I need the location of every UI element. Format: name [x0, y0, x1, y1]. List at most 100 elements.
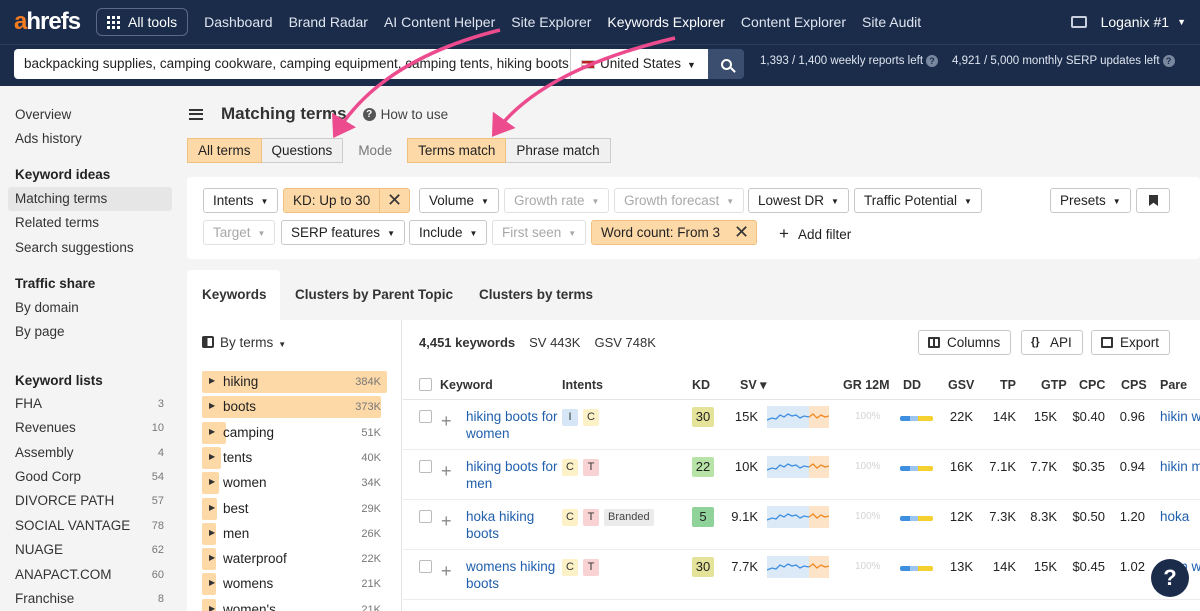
all-terms-toggle[interactable]: All terms	[187, 138, 262, 163]
keyword-link[interactable]: hiking boots for men	[466, 458, 561, 492]
keyword-list-item[interactable]: FHA 3	[8, 392, 172, 416]
keyword-link[interactable]: hoka hiking boots	[466, 508, 561, 542]
parent-topic-link[interactable]: hikin men	[1160, 458, 1200, 475]
how-to-use-link[interactable]: How to use	[381, 107, 449, 122]
keyword-list-item[interactable]: DIVORCE PATH 57	[8, 489, 172, 513]
phrase-match-toggle[interactable]: Phrase match	[506, 138, 611, 163]
row-checkbox[interactable]	[419, 510, 432, 523]
table-row[interactable]: + hiking boots for women I C 30 15K 100% 22K 14K…	[403, 400, 1200, 450]
nav-ai-content-helper[interactable]: AI Content Helper	[384, 14, 495, 30]
volume-filter[interactable]: Volume ▼	[419, 188, 499, 213]
col-gtp[interactable]: GTP	[1041, 370, 1067, 400]
row-checkbox[interactable]	[419, 410, 432, 423]
table-row[interactable]: + hiking boots for men C T 22 10K 100% 16K 7.1K 7…	[403, 450, 1200, 500]
table-row[interactable]: + hoka hiking boots C T Branded 5 9.1K 100% 12K 7…	[403, 500, 1200, 550]
col-cps[interactable]: CPS	[1121, 370, 1147, 400]
tab-clusters-by-parent-topic[interactable]: Clusters by Parent Topic	[280, 270, 468, 320]
nav-brand-radar[interactable]: Brand Radar	[289, 14, 368, 30]
term-row[interactable]: ▶ men 26K	[202, 522, 387, 545]
expand-icon[interactable]: ▶	[209, 553, 215, 562]
monitor-icon[interactable]	[1070, 16, 1087, 28]
remove-kd-filter-icon[interactable]: ✕	[380, 188, 410, 213]
sidebar-item-matching-terms[interactable]: Matching terms	[8, 187, 172, 211]
expand-icon[interactable]: ▶	[209, 376, 215, 385]
growth-forecast-filter[interactable]: Growth forecast ▼	[614, 188, 745, 213]
nav-keywords-explorer[interactable]: Keywords Explorer	[607, 14, 725, 30]
country-select[interactable]: United States ▼	[570, 49, 708, 79]
nav-dashboard[interactable]: Dashboard	[204, 14, 273, 30]
help-chat-button[interactable]: ?	[1151, 559, 1189, 597]
term-row[interactable]: ▶ hiking 384K	[202, 371, 387, 393]
keyword-list-item[interactable]: Good Corp 54	[8, 465, 172, 489]
growth-rate-filter[interactable]: Growth rate ▼	[504, 188, 610, 213]
row-checkbox[interactable]	[419, 560, 432, 573]
all-tools-button[interactable]: All tools	[96, 8, 189, 36]
sidebar-item-by-page[interactable]: By page	[8, 320, 172, 344]
keyword-list-item[interactable]: NUAGE 62	[8, 538, 172, 562]
sidebar-item-related-terms[interactable]: Related terms	[8, 211, 172, 235]
menu-icon[interactable]	[189, 108, 203, 120]
expand-icon[interactable]: ▶	[209, 427, 215, 436]
expand-icon[interactable]: ▶	[209, 477, 215, 486]
serp-features-filter[interactable]: SERP features ▼	[281, 220, 405, 245]
bookmark-button[interactable]	[1136, 188, 1170, 213]
col-tp[interactable]: TP	[1000, 370, 1016, 400]
keyword-list-item[interactable]: Assembly 4	[8, 441, 172, 465]
expand-icon[interactable]: ▶	[209, 528, 215, 537]
row-checkbox[interactable]	[419, 460, 432, 473]
keyword-list-item[interactable]: SOCIAL VANTAGE 78	[8, 514, 172, 538]
questions-toggle[interactable]: Questions	[261, 138, 344, 163]
col-kd[interactable]: KD	[692, 370, 710, 400]
keyword-list-item[interactable]: Revenues 10	[8, 416, 172, 440]
col-gr-12m[interactable]: GR 12M	[843, 370, 890, 400]
kd-filter[interactable]: KD: Up to 30	[283, 188, 381, 213]
add-to-list-icon[interactable]: +	[441, 462, 452, 480]
api-button[interactable]: {} API	[1021, 330, 1083, 355]
expand-icon[interactable]: ▶	[209, 401, 215, 410]
keyword-list-item[interactable]: ANAPACT.COM 60	[8, 563, 172, 587]
terms-match-toggle[interactable]: Terms match	[407, 138, 507, 163]
expand-icon[interactable]: ▶	[209, 452, 215, 461]
intents-filter[interactable]: Intents ▼	[203, 188, 279, 213]
parent-topic-link[interactable]: hoka	[1160, 508, 1189, 525]
lowest-dr-filter[interactable]: Lowest DR ▼	[748, 188, 849, 213]
account-menu[interactable]: Loganix #1	[1101, 14, 1170, 30]
col-intents[interactable]: Intents	[562, 370, 603, 400]
nav-site-explorer[interactable]: Site Explorer	[511, 14, 591, 30]
sidebar-item-ads-history[interactable]: Ads history	[8, 127, 172, 151]
by-terms-dropdown[interactable]: By terms ▼	[202, 335, 286, 350]
nav-content-explorer[interactable]: Content Explorer	[741, 14, 846, 30]
presets-dropdown[interactable]: Presets ▼	[1050, 188, 1131, 213]
search-button[interactable]	[708, 49, 744, 79]
tab-clusters-by-terms[interactable]: Clusters by terms	[464, 270, 608, 320]
traffic-potential-filter[interactable]: Traffic Potential ▼	[854, 188, 982, 213]
first-seen-filter[interactable]: First seen ▼	[492, 220, 587, 245]
term-row[interactable]: ▶ boots 373K	[202, 396, 387, 419]
word-count-filter[interactable]: Word count: From 3	[591, 220, 731, 245]
term-row[interactable]: ▶ waterproof 22K	[202, 548, 387, 571]
term-row[interactable]: ▶ women's 21K	[202, 598, 387, 611]
table-row[interactable]: + womens hiking boots C T 30 7.7K 100% 13K 14K 15…	[403, 550, 1200, 600]
expand-icon[interactable]: ▶	[209, 604, 215, 611]
add-to-list-icon[interactable]: +	[441, 512, 452, 530]
sidebar-item-by-domain[interactable]: By domain	[8, 296, 172, 320]
include-filter[interactable]: Include ▼	[409, 220, 488, 245]
sidebar-item-overview[interactable]: Overview	[8, 103, 172, 127]
ahrefs-logo[interactable]: ahrefs	[14, 8, 81, 36]
col-cpc[interactable]: CPC	[1079, 370, 1105, 400]
columns-button[interactable]: Columns	[918, 330, 1012, 355]
col-dd[interactable]: DD	[903, 370, 921, 400]
term-row[interactable]: ▶ tents 40K	[202, 446, 387, 469]
target-filter[interactable]: Target ▼	[203, 220, 276, 245]
help-icon[interactable]: ?	[362, 107, 376, 121]
help-icon[interactable]: ?	[926, 55, 939, 67]
export-button[interactable]: Export	[1091, 330, 1171, 355]
keyword-list-item[interactable]: Franchise 8	[8, 587, 172, 611]
tab-keywords[interactable]: Keywords	[187, 270, 280, 320]
keyword-link[interactable]: womens hiking boots	[466, 558, 561, 592]
keywords-search-input[interactable]: backpacking supplies, camping cookware, …	[14, 49, 570, 79]
select-all-checkbox[interactable]	[419, 378, 432, 391]
term-row[interactable]: ▶ best 29K	[202, 497, 387, 520]
term-row[interactable]: ▶ womens 21K	[202, 573, 387, 596]
sidebar-item-search-suggestions[interactable]: Search suggestions	[8, 236, 172, 260]
